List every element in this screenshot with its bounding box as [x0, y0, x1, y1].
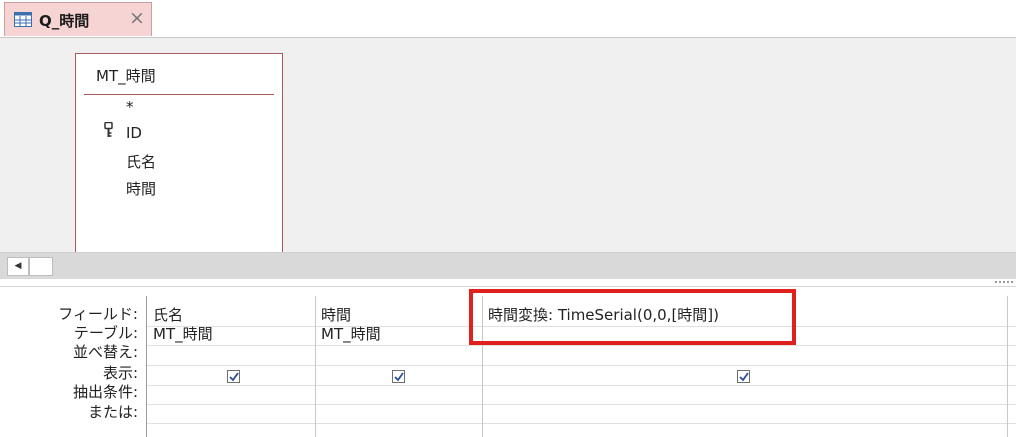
table-cell[interactable]: MT_時間 [153, 325, 213, 343]
pane-splitter[interactable] [0, 279, 1016, 287]
scroll-left-icon[interactable]: ◀ [7, 257, 29, 276]
field-item-all[interactable]: * [126, 98, 134, 116]
row-label-field: フィールド: [58, 305, 138, 323]
primary-key-icon [104, 121, 114, 138]
show-checkbox[interactable] [392, 370, 405, 383]
query-design-pane: MT_時間 * ID 氏名 時間 [0, 38, 1016, 252]
field-item-time[interactable]: 時間 [126, 178, 156, 199]
resize-grip-icon[interactable] [994, 280, 1014, 284]
table-field-list[interactable]: MT_時間 * ID 氏名 時間 [75, 53, 283, 252]
highlight-box [469, 289, 796, 345]
query-tab[interactable]: Q_時間 × [4, 2, 152, 36]
field-item-name[interactable]: 氏名 [126, 151, 156, 172]
field-cell[interactable]: 氏名 [153, 306, 183, 324]
field-cell[interactable]: 時間 [321, 306, 351, 324]
field-item-id[interactable]: ID [126, 124, 142, 142]
horizontal-scrollbar[interactable]: ◀ [0, 252, 1016, 280]
show-checkbox[interactable] [227, 370, 240, 383]
row-label-sort: 並べ替え: [72, 343, 138, 361]
row-label-show: 表示: [102, 364, 138, 382]
divider [84, 94, 274, 95]
query-icon [14, 12, 32, 27]
show-checkbox[interactable] [737, 370, 750, 383]
tab-title: Q_時間 [39, 12, 90, 30]
table-cell[interactable]: MT_時間 [321, 325, 381, 343]
table-name[interactable]: MT_時間 [96, 65, 156, 86]
row-label-table: テーブル: [73, 324, 138, 342]
close-icon[interactable]: × [129, 8, 145, 28]
row-label-criteria: 抽出条件: [72, 383, 138, 401]
document-tab-bar: Q_時間 × [0, 0, 1016, 38]
scrollbar-thumb[interactable] [29, 257, 53, 276]
row-label-or: または: [87, 403, 138, 421]
